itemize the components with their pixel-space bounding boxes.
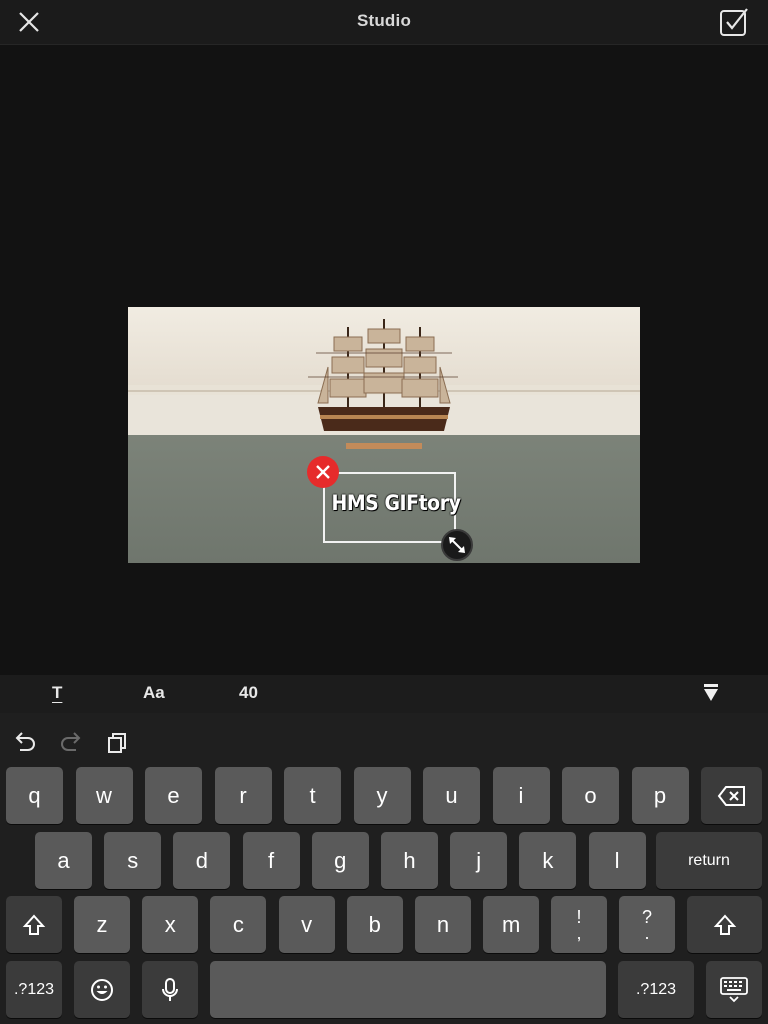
key-p-label: p xyxy=(653,782,667,808)
key-q-label: q xyxy=(28,782,41,808)
key-d[interactable]: d xyxy=(173,832,231,889)
microphone-icon xyxy=(162,977,178,1001)
key-t-label: t xyxy=(309,782,316,808)
key-y[interactable]: y xyxy=(353,767,411,824)
key-h[interactable]: h xyxy=(381,832,438,889)
backspace-key[interactable] xyxy=(701,767,762,824)
key-h-label: h xyxy=(403,847,416,873)
key-e-label: e xyxy=(167,782,180,808)
key-c[interactable]: c xyxy=(210,896,267,953)
undo-icon[interactable] xyxy=(12,729,38,755)
return-key[interactable]: return xyxy=(656,832,762,889)
numbers-key-left[interactable]: .?123 xyxy=(6,961,62,1018)
key-o[interactable]: o xyxy=(562,767,619,824)
key-s-label: s xyxy=(127,847,139,873)
key-question-period-bottom: . xyxy=(644,922,650,943)
key-k[interactable]: k xyxy=(519,832,577,889)
checkbox-check-icon xyxy=(720,8,748,36)
key-f[interactable]: f xyxy=(242,832,300,889)
key-g[interactable]: g xyxy=(311,832,369,889)
key-a-label: a xyxy=(57,847,70,873)
emoji-icon xyxy=(91,978,113,1001)
key-s[interactable]: s xyxy=(104,832,162,889)
return-key-label: return xyxy=(688,851,730,869)
key-b[interactable]: b xyxy=(346,896,403,953)
editor-canvas: HMS GIFtory xyxy=(0,45,768,675)
numbers-key-right[interactable]: .?123 xyxy=(618,961,694,1018)
text-overlay-box[interactable]: HMS GIFtory xyxy=(323,472,461,543)
key-exclaim-comma-bottom: , xyxy=(576,922,582,943)
numbers-key-left-label: .?123 xyxy=(13,980,55,998)
numbers-key-right-label: .?123 xyxy=(635,980,677,998)
hide-keyboard-key[interactable] xyxy=(706,961,762,1018)
close-icon xyxy=(316,465,330,479)
key-d-label: d xyxy=(195,847,209,873)
key-n[interactable]: n xyxy=(415,896,471,953)
keyboard-hide-icon xyxy=(720,976,748,1002)
key-g-label: g xyxy=(334,847,347,873)
key-i[interactable]: i xyxy=(492,767,550,824)
key-u-label: u xyxy=(445,782,458,808)
key-n-label: n xyxy=(436,911,450,937)
key-v-label: v xyxy=(301,911,313,937)
key-j-label: j xyxy=(476,847,482,873)
key-x[interactable]: x xyxy=(142,896,199,953)
navigation-bar: Studio xyxy=(0,0,768,45)
key-m[interactable]: m xyxy=(483,896,540,953)
shift-key-left[interactable] xyxy=(6,896,62,953)
keyboard: q w e r t y u i o p a s d f g h j k l return z x c v b n m!,?. .?12… xyxy=(0,713,768,1024)
key-exclaim-comma[interactable]: !, xyxy=(551,896,607,953)
key-e[interactable]: e xyxy=(145,767,202,824)
text-style-button[interactable]: Aa xyxy=(143,683,165,703)
key-question-period[interactable]: ?. xyxy=(619,896,675,953)
emoji-key[interactable] xyxy=(74,961,130,1018)
key-k-label: k xyxy=(542,847,554,873)
key-z[interactable]: z xyxy=(74,896,130,953)
resize-diagonal-icon xyxy=(449,537,465,553)
key-j[interactable]: j xyxy=(450,832,508,889)
key-r-label: r xyxy=(239,782,247,808)
key-a[interactable]: a xyxy=(35,832,92,889)
key-q[interactable]: q xyxy=(6,767,63,824)
key-w[interactable]: w xyxy=(75,767,133,824)
key-x-label: x xyxy=(164,911,176,937)
paste-icon[interactable] xyxy=(104,729,130,755)
shift-icon xyxy=(22,914,46,935)
resize-text-handle[interactable] xyxy=(441,529,473,561)
key-l[interactable]: l xyxy=(588,832,646,889)
overlay-text[interactable]: HMS GIFtory xyxy=(331,491,460,515)
shift-icon xyxy=(713,914,736,935)
font-button[interactable]: T xyxy=(52,683,62,703)
key-p[interactable]: p xyxy=(631,767,689,824)
shift-key-right[interactable] xyxy=(687,896,762,953)
key-r[interactable]: r xyxy=(214,767,272,824)
key-o-label: o xyxy=(584,782,597,808)
gif-preview[interactable]: HMS GIFtory xyxy=(128,307,640,563)
keyboard-shortcut-bar xyxy=(0,713,768,763)
key-y-label: y xyxy=(376,782,388,808)
key-f-label: f xyxy=(268,847,275,873)
done-button[interactable] xyxy=(718,6,750,38)
dictation-key[interactable] xyxy=(142,961,198,1018)
key-u[interactable]: u xyxy=(423,767,480,824)
triangle-down-icon[interactable] xyxy=(702,683,720,703)
key-l-label: l xyxy=(614,847,620,873)
font-size-button[interactable]: 40 xyxy=(239,683,258,703)
backspace-icon xyxy=(717,785,745,806)
key-b-label: b xyxy=(368,911,381,937)
key-w-label: w xyxy=(96,782,112,808)
key-i-label: i xyxy=(518,782,524,808)
key-t[interactable]: t xyxy=(284,767,341,824)
key-z-label: z xyxy=(96,911,108,937)
page-title: Studio xyxy=(356,11,412,30)
key-m-label: m xyxy=(502,911,521,937)
key-c-label: c xyxy=(232,911,244,937)
space-key[interactable] xyxy=(210,961,606,1018)
redo-icon[interactable] xyxy=(58,729,84,755)
delete-text-button[interactable] xyxy=(307,456,339,488)
key-v[interactable]: v xyxy=(278,896,335,953)
text-toolbar: T Aa 40 xyxy=(0,675,768,713)
